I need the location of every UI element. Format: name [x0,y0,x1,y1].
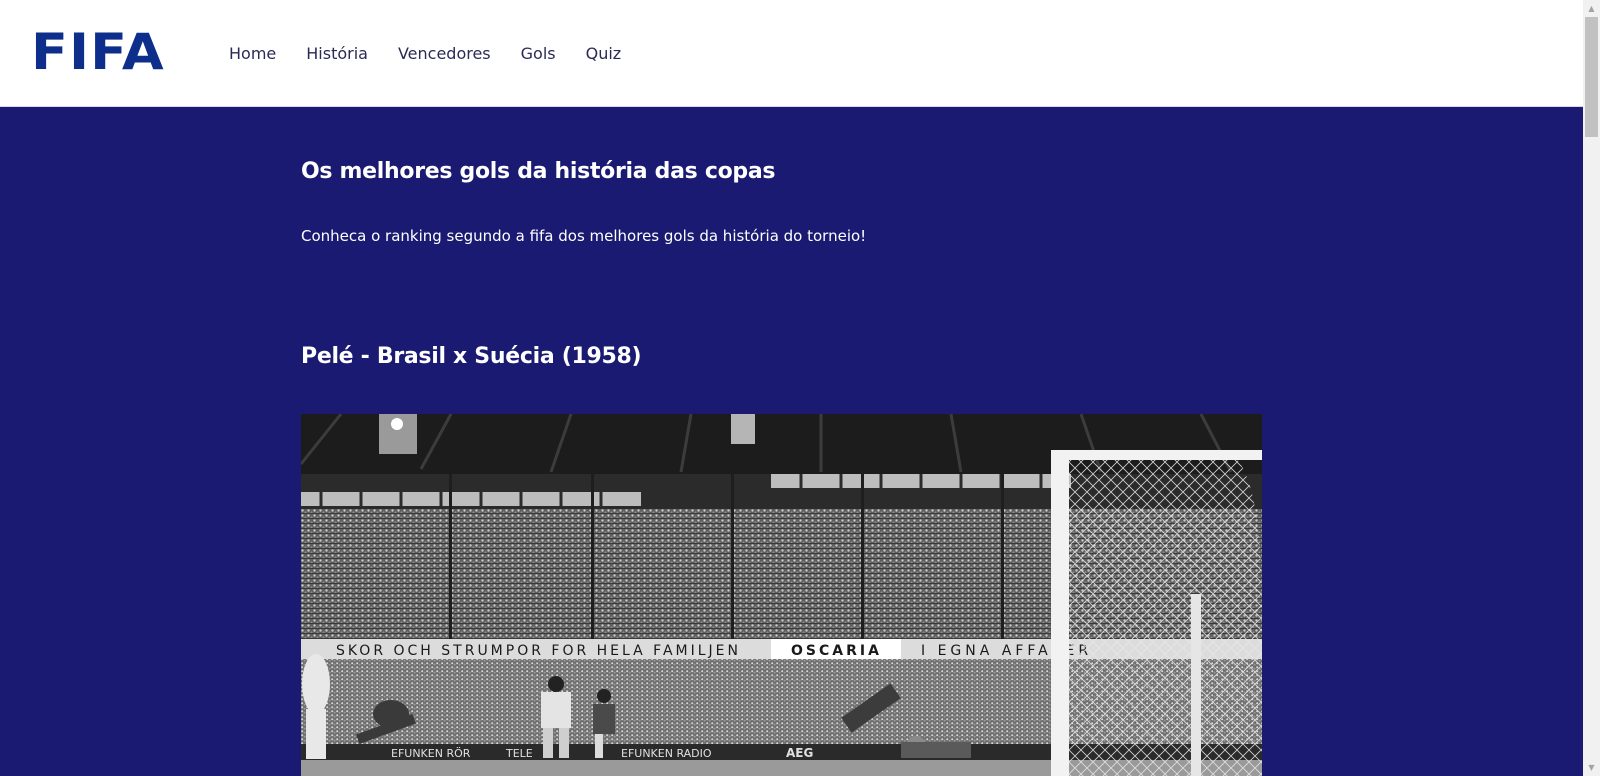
ad-board-2: TELE [505,747,533,760]
scroll-thumb[interactable] [1585,17,1598,137]
stadium-photo-illustration: SKOR OCH STRUMPOR FOR HELA FAMILJEN OSCA… [301,414,1262,776]
nav-home-link[interactable]: Home [229,43,276,65]
fifa-logo[interactable]: FIFA [31,22,165,82]
scroll-up-arrow-icon[interactable]: ▲ [1583,0,1600,17]
goal-title: Pelé - Brasil x Suécia (1958) [301,344,642,369]
ad-board-3: EFUNKEN RADIO [621,747,712,760]
scroll-down-arrow-icon[interactable]: ▼ [1583,759,1600,776]
nav-vencedores-link[interactable]: Vencedores [398,43,491,65]
ad-board-4: AEG [786,746,813,760]
ad-board-1: EFUNKEN RÖR [391,747,471,760]
intro-text: Conheca o ranking segundo a fifa dos mel… [301,227,867,245]
site-header: FIFA Home História Vencedores Gols Quiz [0,0,1583,107]
main-content: Os melhores gols da história das copas C… [0,107,1583,776]
banner-text-left: SKOR OCH STRUMPOR FOR HELA FAMILJEN [336,643,741,659]
main-nav: Home História Vencedores Gols Quiz [229,43,651,65]
goal-photo: SKOR OCH STRUMPOR FOR HELA FAMILJEN OSCA… [301,414,1262,776]
page-title: Os melhores gols da história das copas [301,159,776,184]
nav-historia-link[interactable]: História [306,43,368,65]
page-scrollbar[interactable]: ▲ ▼ [1583,0,1600,776]
nav-gols-link[interactable]: Gols [521,43,556,65]
banner-brand: OSCARIA [791,643,882,659]
nav-quiz-link[interactable]: Quiz [586,43,622,65]
